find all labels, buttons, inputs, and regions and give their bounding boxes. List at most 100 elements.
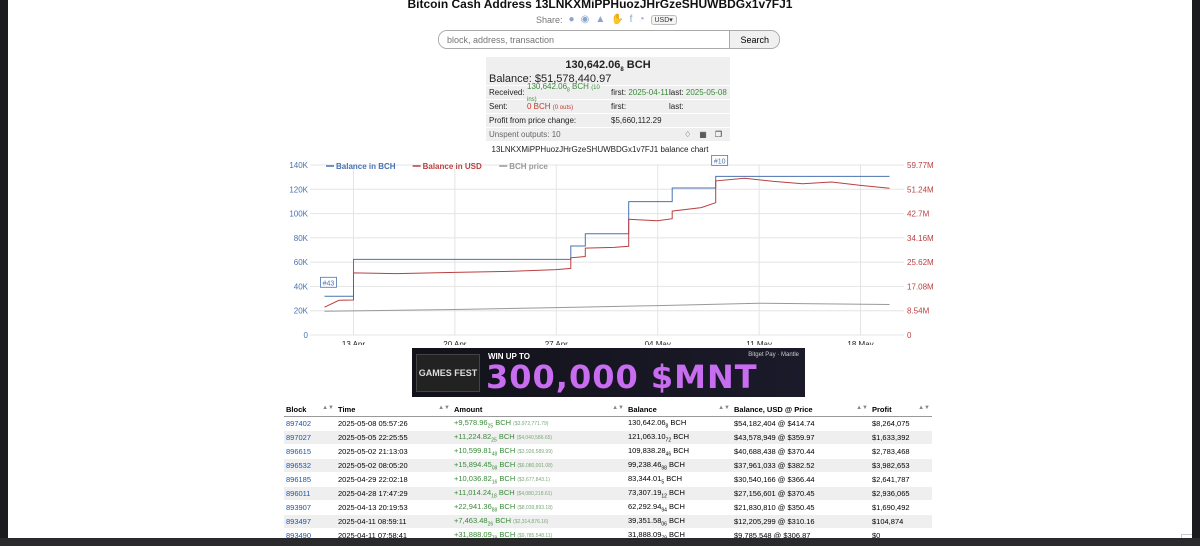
like-icon[interactable]: ✋	[611, 14, 623, 25]
reddit-icon[interactable]: ◉	[581, 14, 590, 25]
y-left-tick-label: 20K	[294, 307, 309, 316]
x-tick-label: 13 Apr	[342, 340, 365, 345]
tx-time: 2025-05-02 21:13:03	[336, 444, 452, 459]
table-row: 8934902025-04-11 07:58:41+31,888.0979 BC…	[284, 528, 932, 538]
chart-title: 13LNKXMiPPHuozJHrGzeSHUWBDGx1v7FJ1 balan…	[491, 145, 709, 154]
y-left-tick-label: 140K	[289, 161, 308, 170]
legend-label: BCH price	[509, 162, 548, 171]
y-right-tick-label: 51.24M	[907, 185, 934, 194]
tx-profit: $3,982,653	[870, 458, 932, 473]
tx-balance-usd: $43,578,949 @ $359.97	[732, 430, 870, 445]
tx-balance-usd: $27,156,601 @ $370.45	[732, 486, 870, 501]
unspent-row: Unspent outputs: 10 ♢ ▦ ❐	[486, 127, 730, 141]
tx-balance: 31,888.0979 BCH	[626, 528, 732, 538]
table-body: 897402 2025-05-08 05:57:26 +9,578.9625 BCH…	[284, 416, 932, 538]
search-bar: Search	[438, 30, 780, 49]
balance-chart: 0 20K 40K 60K 80K 100K 120K 140K 0 8.54M 17.08M 25.…	[289, 155, 934, 345]
address-summary: 130,642.068 BCH Balance: $51,578,440.97 …	[486, 57, 730, 142]
col-profit[interactable]: Profit ▲▼	[870, 403, 932, 417]
tx-balance-usd: $12,205,299 @ $310.16	[732, 514, 870, 529]
block-link[interactable]: 893490	[284, 528, 336, 538]
tx-amount: +10,599.8148 BCH ($3,926,589.99)	[452, 444, 626, 459]
tx-amount: +15,894.4508 BCH ($6,080,001.08)	[452, 458, 626, 473]
tx-amount: +7,463.4826 BCH ($2,314,876.16)	[452, 514, 626, 529]
tx-profit: $1,633,392	[870, 430, 932, 445]
currency-select[interactable]: USD▾	[650, 14, 677, 25]
y-left-tick-label: 60K	[294, 258, 309, 267]
ad-amount: 300,000 $MNT	[486, 358, 758, 396]
profit-value: $5,660,112.29	[611, 116, 662, 126]
twitter-icon[interactable]: ●	[569, 14, 575, 25]
ad-banner[interactable]: GAMES FEST WIN UP TO 300,000 $MNT Bitget…	[412, 348, 805, 397]
flag-label: #43	[323, 280, 335, 287]
flag-label: #10	[714, 158, 726, 165]
tx-balance: 130,642.068 BCH	[626, 416, 732, 431]
table-row: 896185 2025-04-29 22:02:18 +10,036.8216 BC…	[284, 472, 932, 487]
table-header: Block ▲▼ Time ▲▼ Amount ▲▼ Balance ▲▼ Balanc…	[284, 403, 932, 417]
page: Bitcoin Cash Address 13LNKXMiPPHuozJHrGz…	[8, 0, 1192, 538]
vk-icon[interactable]: ▲	[595, 14, 605, 25]
tx-balance: 121,063.1072 BCH	[626, 430, 732, 445]
tx-profit: $104,874	[870, 514, 932, 529]
col-balance[interactable]: Balance ▲▼	[626, 403, 732, 417]
series-line	[324, 302, 890, 312]
table-row: 893907 2025-04-13 20:19:53 +22,941.3688 BC…	[284, 500, 932, 515]
x-tick-label: 18 May	[847, 340, 873, 345]
tx-profit: $2,936,065	[870, 486, 932, 501]
search-input[interactable]	[439, 31, 730, 48]
sent-value: 0 BCH (0 outs)	[527, 102, 574, 112]
col-time[interactable]: Time ▲▼	[336, 403, 452, 417]
block-link[interactable]: 897402	[284, 416, 336, 431]
y-left-tick-label: 120K	[289, 185, 308, 194]
y-right-tick-label: 34.16M	[907, 234, 934, 243]
tx-amount: +31,888.0979 BCH ($9,785,548.11)	[452, 528, 626, 538]
weibo-icon[interactable]: ◔	[638, 14, 644, 25]
tx-balance-usd: $21,830,810 @ $350.45	[732, 500, 870, 515]
legend-label: Balance in USD	[423, 162, 482, 171]
table-row: 893497 2025-04-11 08:59:11 +7,463.4826 BCH…	[284, 514, 932, 529]
y-right-tick-label: 59.77M	[907, 161, 934, 170]
page-title: Bitcoin Cash Address 13LNKXMiPPHuozJHrGz…	[407, 0, 793, 11]
tx-balance-usd: $40,688,438 @ $370.44	[732, 444, 870, 459]
qr-code-icon[interactable]: ▦	[699, 130, 707, 139]
tx-time: 2025-04-13 20:19:53	[336, 500, 452, 515]
block-link[interactable]: 896011	[284, 486, 336, 501]
y-left-tick-label: 80K	[294, 234, 309, 243]
block-link[interactable]: 896532	[284, 458, 336, 473]
block-link[interactable]: 893497	[284, 514, 336, 529]
tx-profit: $8,264,075	[870, 416, 932, 431]
transactions-table: Block ▲▼ Time ▲▼ Amount ▲▼ Balance ▲▼ Balanc…	[284, 403, 932, 538]
table-row: 897027 2025-05-05 22:25:55 +11,224.8225 BC…	[284, 430, 932, 445]
tx-balance: 83,344.015 BCH	[626, 472, 732, 487]
y-left-tick-label: 40K	[294, 282, 309, 291]
tx-time: 2025-04-28 17:47:29	[336, 486, 452, 501]
tx-balance: 62,292.9494 BCH	[626, 500, 732, 515]
col-balance-usd[interactable]: Balance, USD @ Price ▲▼	[732, 403, 870, 417]
copy-icon[interactable]: ❐	[715, 130, 722, 139]
search-button[interactable]: Search	[729, 31, 779, 48]
tx-balance: 109,838.2846 BCH	[626, 444, 732, 459]
bell-icon[interactable]: ♢	[684, 130, 691, 139]
x-tick-label: 27 Apr	[545, 340, 568, 345]
x-tick-label: 11 May	[746, 340, 772, 345]
facebook-icon[interactable]: f	[630, 14, 633, 25]
tx-time: 2025-05-08 05:57:26	[336, 416, 452, 431]
y-right-tick-label: 0	[907, 331, 912, 340]
block-link[interactable]: 896185	[284, 472, 336, 487]
legend-label: Balance in BCH	[336, 162, 396, 171]
tx-profit: $2,783,468	[870, 444, 932, 459]
tx-time: 2025-05-05 22:25:55	[336, 430, 452, 445]
ad-badge: GAMES FEST	[416, 354, 480, 392]
tx-balance: 99,238.4698 BCH	[626, 458, 732, 473]
block-link[interactable]: 897027	[284, 430, 336, 445]
currency-value: USD	[654, 16, 670, 24]
table-row: 897402 2025-05-08 05:57:26 +9,578.9625 BCH…	[284, 416, 932, 431]
block-link[interactable]: 893907	[284, 500, 336, 515]
col-amount[interactable]: Amount ▲▼	[452, 403, 626, 417]
tx-amount: +22,941.3688 BCH ($8,039,893.18)	[452, 500, 626, 515]
table-row: 896532 2025-05-02 08:05:20 +15,894.4508 BC…	[284, 458, 932, 473]
col-block[interactable]: Block ▲▼	[284, 403, 336, 417]
block-link[interactable]: 896615	[284, 444, 336, 459]
series-line	[324, 177, 890, 308]
dock	[0, 538, 1200, 546]
